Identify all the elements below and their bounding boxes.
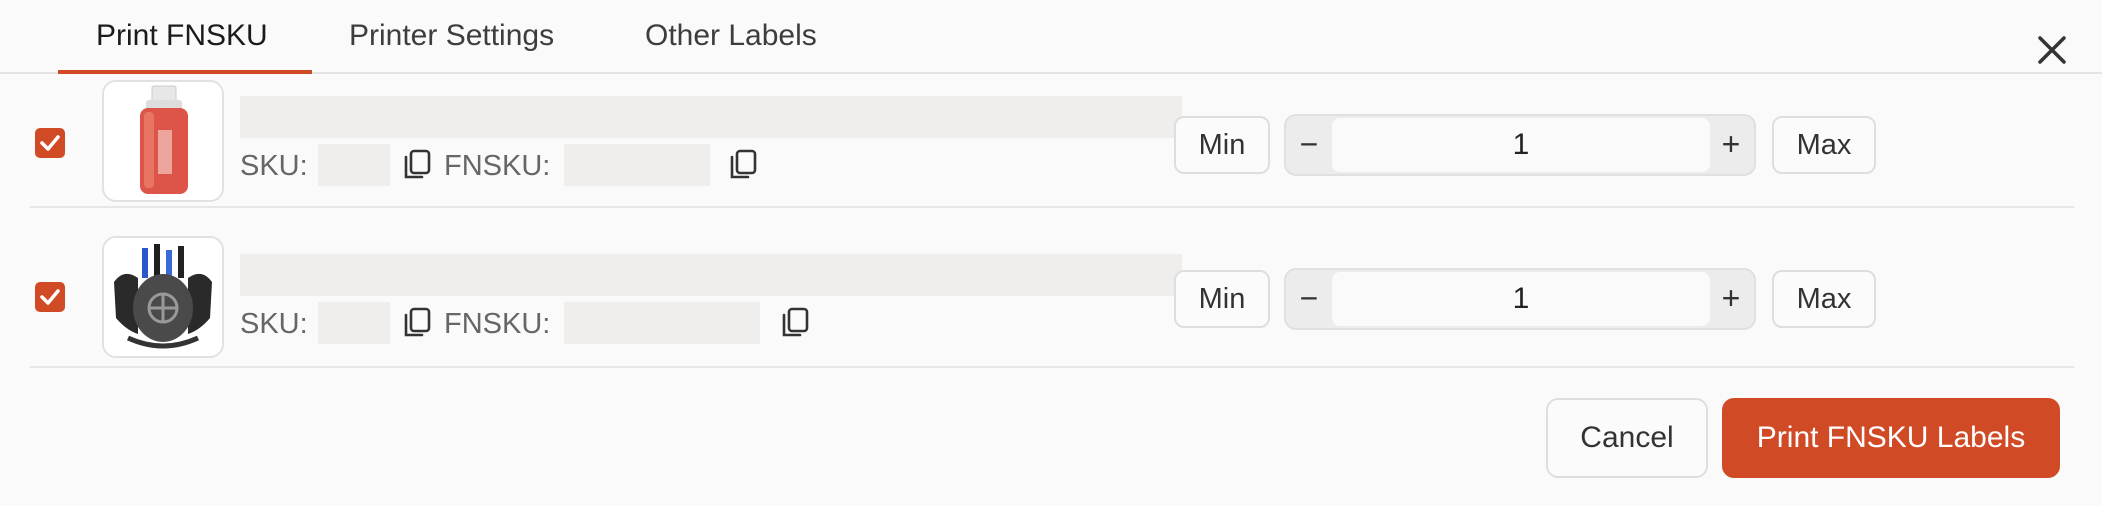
fnsku-value xyxy=(564,302,760,344)
fnsku-value xyxy=(564,144,710,186)
product-image xyxy=(102,236,224,358)
row-checkbox[interactable] xyxy=(35,282,65,312)
sku-value xyxy=(318,144,390,186)
row-checkbox[interactable] xyxy=(35,128,65,158)
product-row: SKU: FNSKU: Min − 1 + Max xyxy=(30,76,2074,208)
close-icon[interactable] xyxy=(2032,30,2072,70)
print-fnsku-labels-button[interactable]: Print FNSKU Labels xyxy=(1722,398,2060,478)
check-icon xyxy=(40,289,60,305)
tab-printer-settings[interactable]: Printer Settings xyxy=(349,0,554,74)
product-title-placeholder xyxy=(240,96,1182,138)
fnsku-label: FNSKU: xyxy=(444,150,551,182)
decrement-button[interactable]: − xyxy=(1286,116,1332,174)
active-tab-indicator xyxy=(58,70,312,74)
product-meta: SKU: FNSKU: xyxy=(240,144,1140,188)
quantity-input[interactable]: 1 xyxy=(1332,272,1710,326)
tab-other-labels[interactable]: Other Labels xyxy=(645,0,817,74)
copy-icon[interactable] xyxy=(726,146,762,182)
increment-button[interactable]: + xyxy=(1708,116,1754,174)
copy-icon[interactable] xyxy=(400,304,436,340)
sku-label: SKU: xyxy=(240,308,308,340)
dialog-footer: Cancel Print FNSKU Labels xyxy=(0,368,2102,506)
fnsku-label: FNSKU: xyxy=(444,308,551,340)
cancel-button[interactable]: Cancel xyxy=(1546,398,1708,478)
dragon-pen-holder-image xyxy=(104,238,222,356)
decrement-button[interactable]: − xyxy=(1286,270,1332,328)
product-meta: SKU: FNSKU: xyxy=(240,302,1140,346)
product-image xyxy=(102,80,224,202)
increment-button[interactable]: + xyxy=(1708,270,1754,328)
sku-value xyxy=(318,302,390,344)
quantity-stepper: − 1 + xyxy=(1284,114,1756,176)
sku-label: SKU: xyxy=(240,150,308,182)
max-button[interactable]: Max xyxy=(1772,116,1876,174)
product-row: SKU: FNSKU: Min − 1 + Max xyxy=(30,232,2074,368)
tab-print-fnsku[interactable]: Print FNSKU xyxy=(96,0,268,74)
copy-icon[interactable] xyxy=(778,304,814,340)
product-title-placeholder xyxy=(240,254,1182,296)
quantity-input[interactable]: 1 xyxy=(1332,118,1710,172)
min-button[interactable]: Min xyxy=(1174,270,1270,328)
copy-icon[interactable] xyxy=(400,146,436,182)
check-icon xyxy=(40,135,60,151)
print-labels-dialog: Print FNSKU Printer Settings Other Label… xyxy=(0,0,2102,506)
min-button[interactable]: Min xyxy=(1174,116,1270,174)
max-button[interactable]: Max xyxy=(1772,270,1876,328)
red-bottle-image xyxy=(104,82,222,200)
quantity-stepper: − 1 + xyxy=(1284,268,1756,330)
tab-bar: Print FNSKU Printer Settings Other Label… xyxy=(0,0,2102,74)
